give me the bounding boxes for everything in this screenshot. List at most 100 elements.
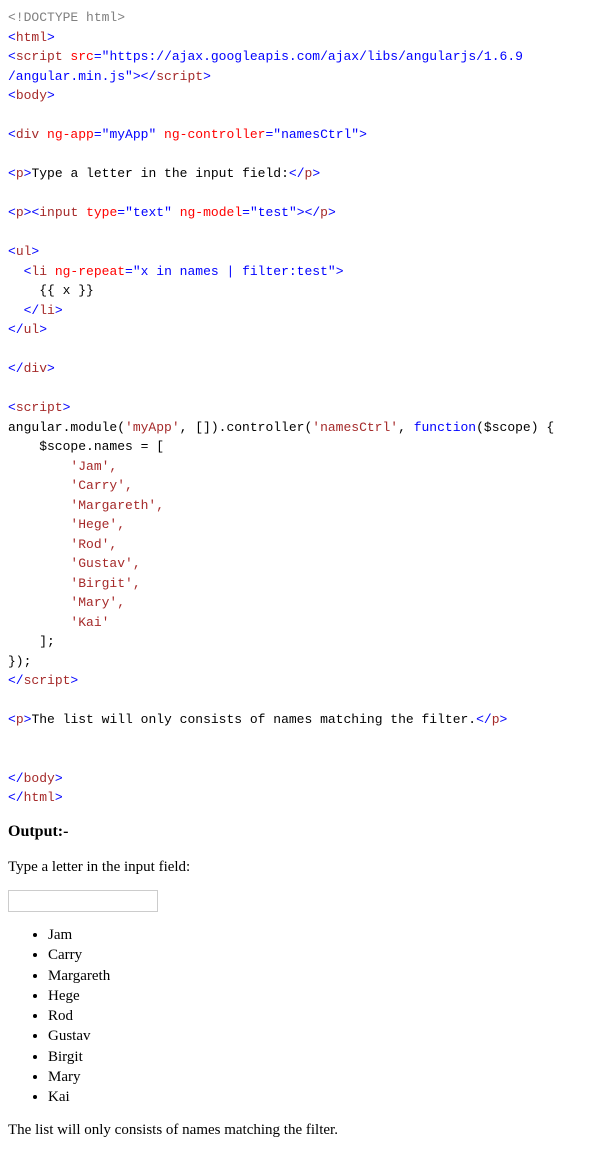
js-tail: ($scope) { bbox=[476, 420, 554, 435]
js-mid2: , bbox=[398, 420, 414, 435]
lt: < bbox=[8, 400, 16, 415]
lt: < bbox=[8, 712, 16, 727]
tag-script-close: script bbox=[24, 673, 71, 688]
list-item: Gustav bbox=[48, 1026, 591, 1046]
gt: > bbox=[55, 771, 63, 786]
gt: > bbox=[47, 361, 55, 376]
ng-model-val: "test" bbox=[250, 205, 297, 220]
lt-slash: </ bbox=[8, 790, 24, 805]
gt: > bbox=[133, 69, 141, 84]
type-val: "text" bbox=[125, 205, 172, 220]
tag-div-close: div bbox=[24, 361, 47, 376]
attr-ng-controller: ng-controller bbox=[156, 127, 265, 142]
js-name-3: 'Hege', bbox=[8, 517, 125, 532]
doctype-close: > bbox=[117, 10, 125, 25]
lt: < bbox=[8, 166, 16, 181]
js-line1-a: angular.module( bbox=[8, 420, 125, 435]
attr-src: src bbox=[63, 49, 94, 64]
lt-slash: </ bbox=[8, 322, 24, 337]
js-name-1: 'Carry', bbox=[8, 478, 133, 493]
output-heading: Output:- bbox=[8, 820, 591, 844]
doctype-text: DOCTYPE html bbox=[24, 10, 118, 25]
lt-slash: </ bbox=[476, 712, 492, 727]
lt-slash: </ bbox=[24, 303, 40, 318]
tag-li: li bbox=[31, 264, 47, 279]
lt-slash: </ bbox=[141, 69, 157, 84]
lt: < bbox=[8, 127, 16, 142]
tag-p: p bbox=[16, 205, 24, 220]
tag-script-close: script bbox=[156, 69, 203, 84]
js-name-2: 'Margareth', bbox=[8, 498, 164, 513]
gt: > bbox=[328, 205, 336, 220]
indent bbox=[8, 264, 24, 279]
eq: = bbox=[94, 127, 102, 142]
tag-html: html bbox=[16, 30, 47, 45]
tag-html-close: html bbox=[24, 790, 55, 805]
tag-body: body bbox=[16, 88, 47, 103]
gt: > bbox=[70, 673, 78, 688]
gt: > bbox=[336, 264, 344, 279]
output-footer: The list will only consists of names mat… bbox=[8, 1119, 591, 1142]
p1-text: Type a letter in the input field: bbox=[31, 166, 288, 181]
js-name-5: 'Gustav', bbox=[8, 556, 141, 571]
attr-ng-repeat: ng-repeat bbox=[47, 264, 125, 279]
tag-p-close: p bbox=[320, 205, 328, 220]
lt-slash: </ bbox=[305, 205, 321, 220]
tag-div: div bbox=[16, 127, 39, 142]
gt: > bbox=[39, 322, 47, 337]
list-item: Mary bbox=[48, 1067, 591, 1087]
gt: > bbox=[312, 166, 320, 181]
tag-p: p bbox=[16, 166, 24, 181]
attr-ng-model: ng-model bbox=[172, 205, 242, 220]
eq: = bbox=[242, 205, 250, 220]
lt-slash: </ bbox=[8, 771, 24, 786]
gt: > bbox=[47, 88, 55, 103]
lt-slash: </ bbox=[8, 673, 24, 688]
lt: < bbox=[8, 88, 16, 103]
js-name-0: 'Jam', bbox=[8, 459, 117, 474]
lt-slash: </ bbox=[289, 166, 305, 181]
js-line2: $scope.names = [ bbox=[8, 439, 164, 454]
tag-body-close: body bbox=[24, 771, 55, 786]
lt: < bbox=[8, 30, 16, 45]
doctype-open: <! bbox=[8, 10, 24, 25]
js-str2: 'namesCtrl' bbox=[312, 420, 398, 435]
lt: < bbox=[8, 205, 16, 220]
eq: = bbox=[94, 49, 102, 64]
list-item: Carry bbox=[48, 945, 591, 965]
p2-text: The list will only consists of names mat… bbox=[31, 712, 476, 727]
li-body: {{ x }} bbox=[8, 283, 94, 298]
ng-repeat-val: "x in names | filter:test" bbox=[133, 264, 336, 279]
eq: = bbox=[117, 205, 125, 220]
lt: < bbox=[8, 49, 16, 64]
gt: > bbox=[55, 790, 63, 805]
ng-ctrl-val: "namesCtrl" bbox=[273, 127, 359, 142]
tag-ul-close: ul bbox=[24, 322, 40, 337]
js-function: function bbox=[414, 420, 476, 435]
code-block: <!DOCTYPE html> <html> <script src="http… bbox=[8, 8, 591, 808]
gt: > bbox=[359, 127, 367, 142]
list-item: Jam bbox=[48, 925, 591, 945]
js-str1: 'myApp' bbox=[125, 420, 180, 435]
attr-ng-app: ng-app bbox=[39, 127, 94, 142]
list-item: Rod bbox=[48, 1006, 591, 1026]
list-item: Margareth bbox=[48, 966, 591, 986]
list-item: Hege bbox=[48, 986, 591, 1006]
gt: > bbox=[31, 244, 39, 259]
js-name-8: 'Kai' bbox=[8, 615, 109, 630]
ng-app-val: "myApp" bbox=[102, 127, 157, 142]
names-list: Jam Carry Margareth Hege Rod Gustav Birg… bbox=[8, 925, 591, 1107]
output-section: Type a letter in the input field: Jam Ca… bbox=[8, 856, 591, 1142]
gt: > bbox=[297, 205, 305, 220]
tag-ul: ul bbox=[16, 244, 32, 259]
attr-type: type bbox=[78, 205, 117, 220]
tag-li-close: li bbox=[39, 303, 55, 318]
gt: > bbox=[203, 69, 211, 84]
filter-input[interactable] bbox=[8, 890, 158, 912]
js-close-arr: ]; bbox=[8, 634, 55, 649]
gt: > bbox=[63, 400, 71, 415]
indent bbox=[8, 303, 24, 318]
tag-input: input bbox=[39, 205, 78, 220]
js-name-4: 'Rod', bbox=[8, 537, 117, 552]
js-close-fn: }); bbox=[8, 654, 31, 669]
